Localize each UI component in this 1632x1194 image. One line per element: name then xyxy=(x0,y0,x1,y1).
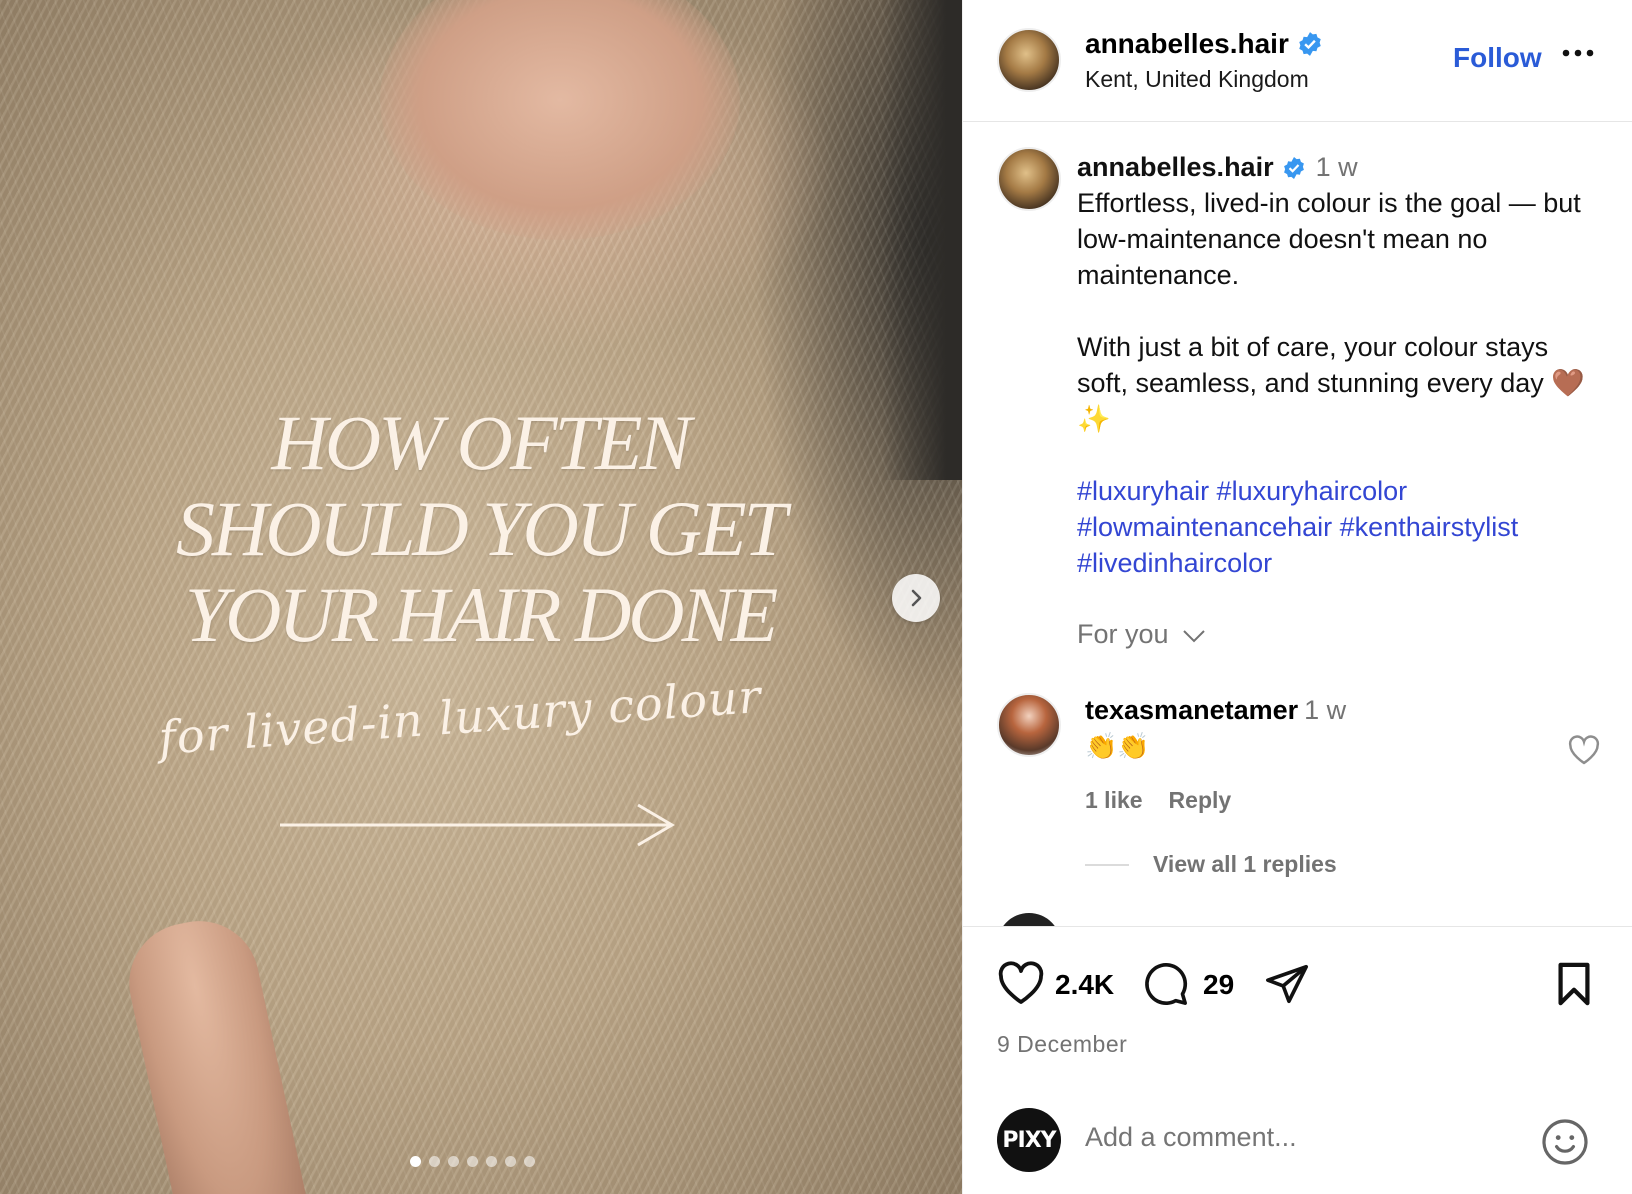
caption-author-avatar[interactable] xyxy=(997,147,1061,211)
carousel-dot xyxy=(524,1156,535,1167)
more-options-icon[interactable] xyxy=(1561,48,1595,58)
verified-badge-icon xyxy=(1283,157,1304,179)
comment-actions: 1 like Reply xyxy=(1085,787,1257,814)
commenter-username[interactable]: texasmanetamer xyxy=(1085,695,1298,725)
post-header: annabelles.hair Kent, United Kingdom Fol… xyxy=(963,0,1632,122)
caption-timestamp: 1 w xyxy=(1315,152,1358,182)
like-count[interactable]: 2.4K xyxy=(1055,969,1114,1001)
comment-timestamp: 1 w xyxy=(1304,695,1347,725)
author-username-row[interactable]: annabelles.hair xyxy=(1085,28,1323,60)
comment-count[interactable]: 29 xyxy=(1203,969,1234,1001)
next-slide-button[interactable] xyxy=(892,574,940,622)
comment-text: 👏👏 xyxy=(1085,731,1150,761)
follow-button[interactable]: Follow xyxy=(1453,42,1542,74)
post-actions-bar: 2.4K 29 9 December xyxy=(963,926,1632,1096)
comment-like-heart-icon[interactable] xyxy=(1567,735,1601,765)
like-heart-icon[interactable] xyxy=(997,961,1045,1005)
next-comment-avatar-partial xyxy=(997,913,1061,926)
reply-button[interactable]: Reply xyxy=(1169,787,1232,813)
carousel-dot xyxy=(429,1156,440,1167)
headline-line: HOW OFTEN xyxy=(271,399,691,486)
carousel-dot xyxy=(448,1156,459,1167)
comments-scroll-area[interactable]: annabelles.hair 1 w Effortless, lived-in … xyxy=(963,123,1632,926)
verified-badge-icon xyxy=(1299,32,1321,56)
add-comment-input[interactable] xyxy=(1085,1122,1485,1153)
right-arrow-graphic xyxy=(280,803,675,847)
emoji-smiley-icon[interactable] xyxy=(1541,1118,1589,1166)
carousel-dot xyxy=(486,1156,497,1167)
photo-shadow xyxy=(882,0,962,480)
current-user-avatar[interactable]: PIXY xyxy=(997,1108,1061,1172)
share-paper-plane-icon[interactable] xyxy=(1263,961,1311,1007)
comment-bubble-icon[interactable] xyxy=(1143,961,1189,1007)
carousel-dot xyxy=(467,1156,478,1167)
comment-sort-dropdown[interactable]: For you xyxy=(1077,619,1206,650)
post-date: 9 December xyxy=(997,1031,1128,1057)
carousel-dot xyxy=(505,1156,516,1167)
chevron-down-icon xyxy=(1183,630,1205,643)
headline-line: YOUR HAIR DONE xyxy=(184,571,779,658)
comment-header: texasmanetamer 1 w xyxy=(1085,695,1346,726)
slide-headline: HOW OFTEN SHOULD YOU GET YOUR HAIR DONE xyxy=(120,400,840,658)
carousel-indicator xyxy=(410,1156,535,1167)
chevron-right-icon xyxy=(911,589,922,607)
caption-hashtags[interactable]: #luxuryhair #luxuryhaircolor #lowmainten… xyxy=(1077,473,1597,581)
current-user-avatar-text: PIXY xyxy=(1002,1127,1056,1153)
author-avatar[interactable] xyxy=(997,28,1061,92)
post-media[interactable]: HOW OFTEN SHOULD YOU GET YOUR HAIR DONE … xyxy=(0,0,962,1194)
add-comment-bar: PIXY xyxy=(963,1096,1632,1194)
save-bookmark-icon[interactable] xyxy=(1553,961,1595,1007)
post-details-panel: annabelles.hair Kent, United Kingdom Fol… xyxy=(962,0,1632,1194)
caption-paragraph: Effortless, lived-in colour is the goal … xyxy=(1077,188,1581,290)
replies-divider xyxy=(1085,864,1129,866)
author-username[interactable]: annabelles.hair xyxy=(1085,28,1289,59)
headline-line: SHOULD YOU GET xyxy=(175,485,787,572)
carousel-dot xyxy=(410,1156,421,1167)
caption-paragraph: With just a bit of care, your colour sta… xyxy=(1077,332,1585,434)
caption-username[interactable]: annabelles.hair xyxy=(1077,152,1274,182)
post-caption: annabelles.hair 1 w Effortless, lived-in … xyxy=(1077,149,1597,581)
view-replies-button[interactable]: View all 1 replies xyxy=(1153,851,1337,878)
comment-likes-count[interactable]: 1 like xyxy=(1085,787,1143,813)
comment-sort-label: For you xyxy=(1077,619,1169,649)
commenter-avatar[interactable] xyxy=(997,693,1061,757)
post-location[interactable]: Kent, United Kingdom xyxy=(1085,66,1309,93)
